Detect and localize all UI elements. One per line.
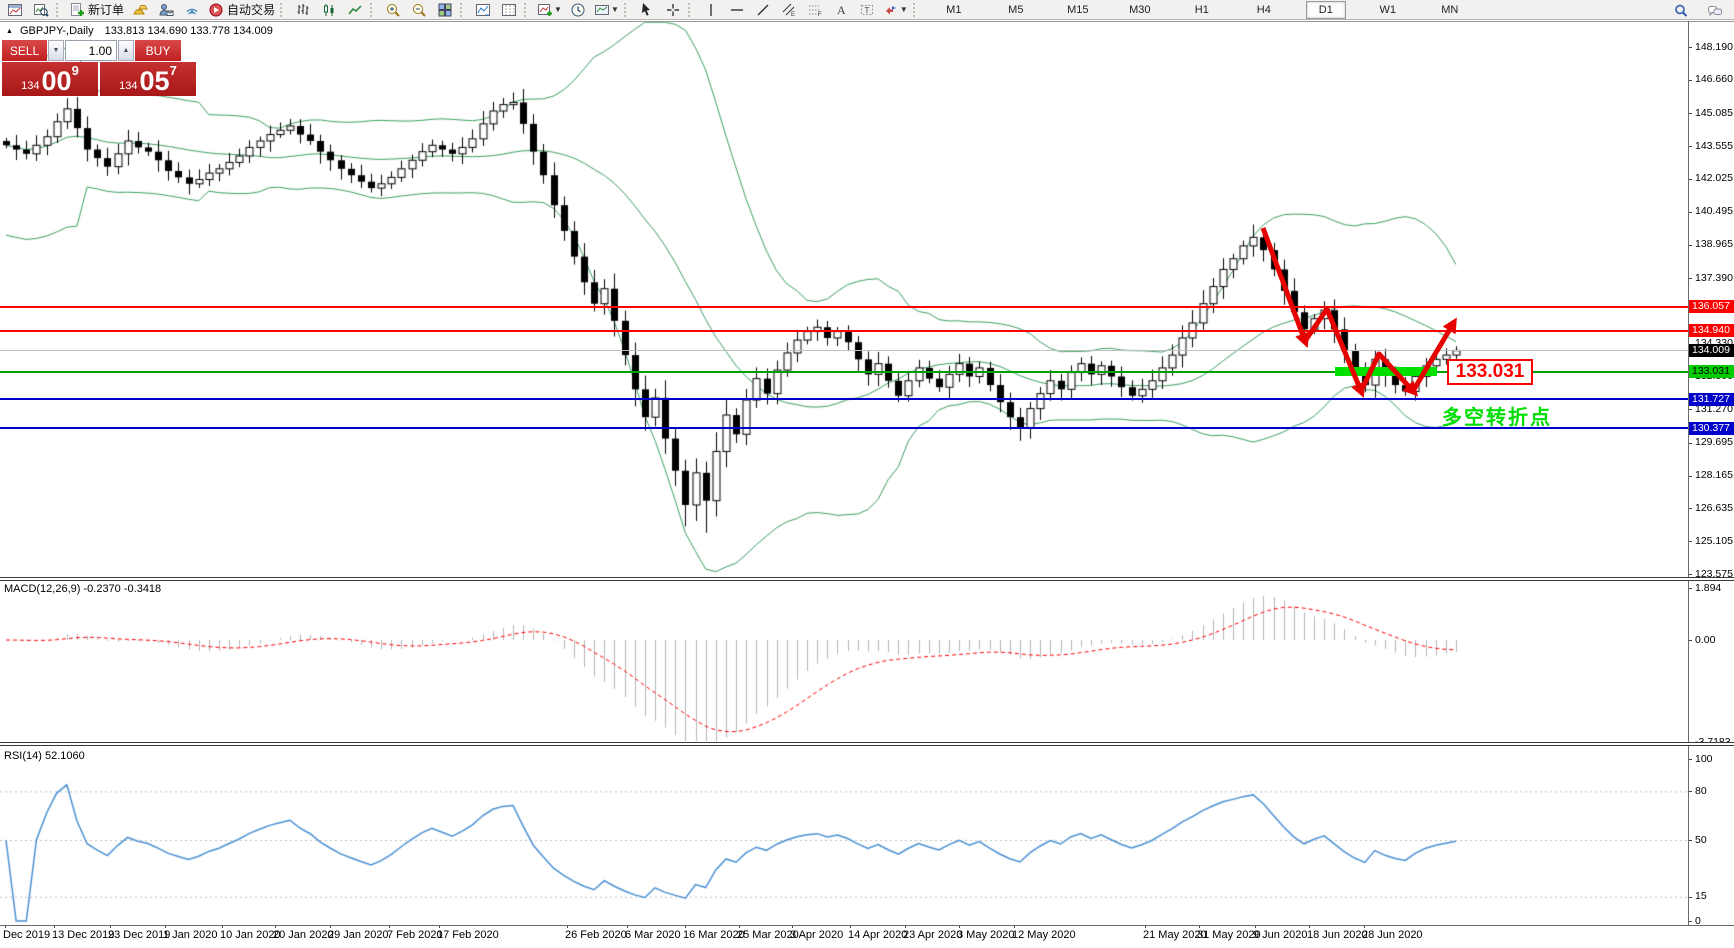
volume-decrease-button[interactable]: ▼: [48, 40, 64, 61]
price-chart-canvas[interactable]: [0, 0, 1688, 948]
chart-symbol-header: ▲ GBPJPY-,Daily 133.813 134.690 133.778 …: [6, 25, 273, 37]
rsi-panel-splitter[interactable]: [0, 742, 1734, 746]
price-callout-label[interactable]: 133.031: [1447, 359, 1533, 385]
price-tick-label: 137.390: [1695, 272, 1733, 284]
macd-tick-label: 0.00: [1695, 634, 1715, 646]
price-badge: 134.940: [1689, 324, 1734, 337]
price-tick-label: 129.695: [1695, 436, 1733, 448]
price-tick-label: 125.105: [1695, 535, 1733, 547]
volume-input[interactable]: [65, 40, 117, 61]
macd-panel-splitter[interactable]: [0, 577, 1734, 581]
price-tick-label: 126.635: [1695, 502, 1733, 514]
price-badge: 133.031: [1689, 365, 1734, 378]
price-badge: 134.009: [1689, 344, 1734, 357]
price-axis-line: [1688, 21, 1689, 925]
collapse-icon[interactable]: ▲: [6, 28, 13, 35]
price-tick-label: 128.165: [1695, 469, 1733, 481]
price-badge: 130.377: [1689, 422, 1734, 435]
chart-top-border: [0, 21, 1734, 22]
one-click-trading-panel: SELL ▼ ▲ BUY 134009 134057: [2, 40, 196, 96]
volume-increase-button[interactable]: ▲: [118, 40, 134, 61]
price-tick-label: 138.965: [1695, 238, 1733, 250]
rsi-tick-label: 50: [1695, 834, 1707, 846]
rsi-tick-label: 100: [1695, 753, 1713, 765]
macd-tick-label: 1.894: [1695, 582, 1721, 594]
rsi-tick-label: 15: [1695, 890, 1707, 902]
buy-button[interactable]: BUY: [135, 40, 181, 61]
price-badge: 136.057: [1689, 300, 1734, 313]
hline-blue-lower[interactable]: [0, 427, 1688, 429]
rsi-label: RSI(14) 52.1060: [4, 750, 85, 762]
price-tick-label: 142.025: [1695, 172, 1733, 184]
hline-red-lower[interactable]: [0, 330, 1688, 332]
price-tick-label: 145.085: [1695, 107, 1733, 119]
hline-red-upper[interactable]: [0, 306, 1688, 308]
hline-current-price[interactable]: [0, 350, 1688, 351]
price-tick-label: 148.190: [1695, 41, 1733, 53]
symbol-title: GBPJPY-,Daily: [20, 25, 94, 37]
sell-button[interactable]: SELL: [2, 40, 47, 61]
price-tick-label: 143.555: [1695, 140, 1733, 152]
time-axis-border: [0, 925, 1734, 926]
macd-label: MACD(12,26,9) -0.2370 -0.3418: [4, 583, 161, 595]
ohlc-values: 133.813 134.690 133.778 134.009: [105, 25, 273, 37]
chat-button[interactable]: [1702, 1, 1728, 21]
buy-price-display[interactable]: 134057: [100, 62, 196, 96]
pivot-annotation-text[interactable]: 多空转折点: [1442, 401, 1552, 430]
sell-price-display[interactable]: 134009: [2, 62, 98, 96]
rsi-tick-label: 80: [1695, 785, 1707, 797]
mt4-window: 新订单自动交易▼▼EFAT▼M1M5M15M30H1H4D1W1MN ▲ GBP…: [0, 0, 1734, 948]
price-tick-label: 146.660: [1695, 73, 1733, 85]
pivot-highlight-bar[interactable]: [1335, 367, 1437, 376]
price-tick-label: 140.495: [1695, 205, 1733, 217]
price-badge: 131.727: [1689, 393, 1734, 406]
hline-blue-upper[interactable]: [0, 398, 1688, 400]
